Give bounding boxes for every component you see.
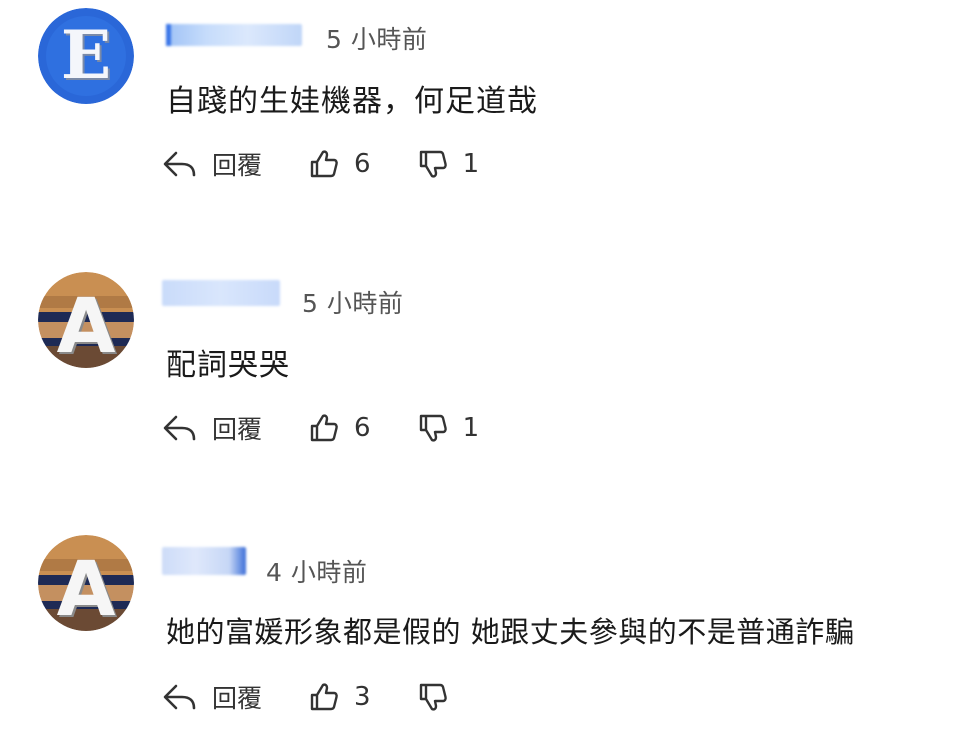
svg-text:A: A xyxy=(57,544,116,631)
username-redacted xyxy=(162,547,246,575)
comment-item: A A 4 小時前 她的富媛形象都是假的 她跟丈夫參與的不是普通詐騙 回覆 3 xyxy=(0,525,960,730)
avatar[interactable]: E E xyxy=(38,8,134,104)
comment-actions: 回覆 6 1 xyxy=(162,408,479,448)
dislike-button[interactable] xyxy=(417,681,463,713)
reply-arrow-icon xyxy=(162,413,198,443)
thumbs-up-icon xyxy=(308,681,340,713)
comment-text: 她的富媛形象都是假的 她跟丈夫參與的不是普通詐騙 xyxy=(166,615,855,649)
comment-text: 自踐的生娃機器，何足道哉 xyxy=(166,84,538,119)
avatar-e-icon: E E xyxy=(38,8,134,104)
reply-button[interactable]: 回覆 xyxy=(162,679,262,715)
avatar[interactable]: A A xyxy=(38,535,134,631)
thumbs-down-icon xyxy=(417,681,449,713)
comment-item: E E 5 小時前 自踐的生娃機器，何足道哉 回覆 6 1 xyxy=(0,0,960,240)
dislike-count: 1 xyxy=(462,149,480,179)
avatar[interactable]: A A xyxy=(38,272,134,368)
comment-item: A A 5 小時前 配詞哭哭 回覆 6 1 xyxy=(0,260,960,500)
reply-arrow-icon xyxy=(162,149,198,179)
like-button[interactable]: 6 xyxy=(308,148,371,180)
reply-arrow-icon xyxy=(162,682,198,712)
comment-text: 配詞哭哭 xyxy=(166,348,290,383)
dislike-button[interactable]: 1 xyxy=(417,148,480,180)
thumbs-up-icon xyxy=(308,412,340,444)
username-redacted xyxy=(162,280,280,306)
avatar-a-icon: A A xyxy=(38,272,134,368)
reply-button[interactable]: 回覆 xyxy=(162,410,262,446)
comment-actions: 回覆 3 xyxy=(162,677,463,717)
like-count: 6 xyxy=(354,413,371,443)
reply-label: 回覆 xyxy=(212,684,263,713)
svg-text:E: E xyxy=(61,16,111,94)
dislike-button[interactable]: 1 xyxy=(417,412,480,444)
like-button[interactable]: 3 xyxy=(308,681,371,713)
comment-timestamp: 5 小時前 xyxy=(326,25,428,54)
thumbs-down-icon xyxy=(417,148,449,180)
thumbs-up-icon xyxy=(308,148,340,180)
dislike-count: 1 xyxy=(462,413,480,443)
like-button[interactable]: 6 xyxy=(308,412,371,444)
thumbs-down-icon xyxy=(417,412,449,444)
comment-timestamp: 5 小時前 xyxy=(302,289,404,318)
reply-button[interactable]: 回覆 xyxy=(162,146,262,182)
reply-label: 回覆 xyxy=(212,151,263,180)
reply-label: 回覆 xyxy=(212,415,263,444)
username-redacted xyxy=(166,24,302,46)
avatar-a-icon: A A xyxy=(38,535,134,631)
like-count: 6 xyxy=(354,149,371,179)
like-count: 3 xyxy=(354,682,371,712)
comment-actions: 回覆 6 1 xyxy=(162,144,479,184)
comment-timestamp: 4 小時前 xyxy=(266,558,368,587)
svg-text:A: A xyxy=(57,281,116,368)
